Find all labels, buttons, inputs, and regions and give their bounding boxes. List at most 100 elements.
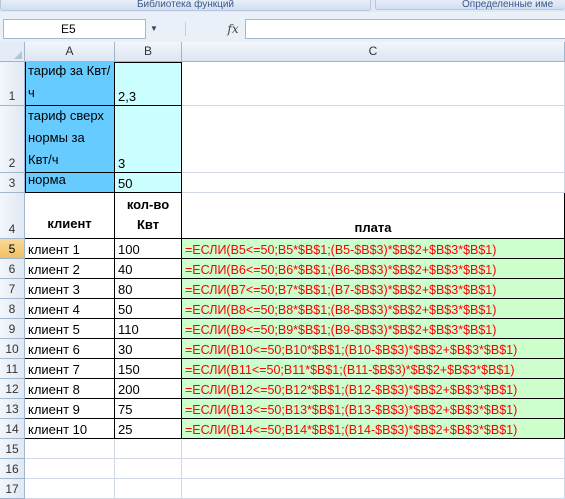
cell-a11[interactable]: клиент 7 bbox=[25, 359, 115, 379]
row-header[interactable]: 11 bbox=[0, 359, 25, 379]
row-header[interactable]: 8 bbox=[0, 299, 25, 319]
cell-c11[interactable]: =ЕСЛИ(B11<=50;B11*$B$1;(B11-$B$3)*$B$2+$… bbox=[182, 359, 565, 379]
cell-c8[interactable]: =ЕСЛИ(B8<=50;B8*$B$1;(B8-$B$3)*$B$2+$B$3… bbox=[182, 299, 565, 319]
table-border bbox=[25, 62, 26, 193]
cell-c3[interactable] bbox=[182, 173, 565, 193]
cell-b5[interactable]: 100 bbox=[115, 239, 182, 259]
row-header[interactable]: 17 bbox=[0, 479, 25, 499]
cell-text: клиент 2 bbox=[28, 262, 80, 277]
cell-text: клиент 6 bbox=[28, 342, 80, 357]
column-header-b[interactable]: B bbox=[115, 42, 182, 62]
cell-a10[interactable]: клиент 6 bbox=[25, 339, 115, 359]
cell-a14[interactable]: клиент 10 bbox=[25, 419, 115, 439]
cell-a1[interactable]: тариф за Квт/ч bbox=[25, 62, 115, 106]
cell-b6[interactable]: 40 bbox=[115, 259, 182, 279]
cell-a3[interactable]: норма bbox=[25, 172, 115, 193]
row-header[interactable]: 3 bbox=[0, 173, 25, 193]
cell-b15[interactable] bbox=[115, 439, 182, 459]
cell-b3[interactable]: 50 bbox=[115, 173, 182, 193]
formula-input[interactable] bbox=[245, 19, 565, 39]
cell-c2[interactable] bbox=[182, 106, 565, 173]
cell-a15[interactable] bbox=[25, 439, 115, 459]
cell-c4[interactable]: плата bbox=[182, 193, 565, 239]
cell-c12[interactable]: =ЕСЛИ(B12<=50;B12*$B$1;(B12-$B$3)*$B$2+$… bbox=[182, 379, 565, 399]
cell-text: =ЕСЛИ(B6<=50;B6*$B$1;(B6-$B$3)*$B$2+$B$3… bbox=[185, 263, 497, 277]
row-header[interactable]: 10 bbox=[0, 339, 25, 359]
cell-text: клиент 1 bbox=[28, 242, 80, 257]
cell-b4[interactable]: кол-во Квт bbox=[115, 193, 182, 239]
cell-c5[interactable]: =ЕСЛИ(B5<=50;B5*$B$1;(B5-$B$3)*$B$2+$B$3… bbox=[182, 239, 565, 259]
cell-text: клиент 3 bbox=[28, 282, 80, 297]
row-header[interactable]: 7 bbox=[0, 279, 25, 299]
row-header[interactable]: 1 bbox=[0, 62, 25, 106]
row-header[interactable]: 6 bbox=[0, 259, 25, 279]
cell-c9[interactable]: =ЕСЛИ(B9<=50;B9*$B$1;(B9-$B$3)*$B$2+$B$3… bbox=[182, 319, 565, 339]
cell-c6[interactable]: =ЕСЛИ(B6<=50;B6*$B$1;(B6-$B$3)*$B$2+$B$3… bbox=[182, 259, 565, 279]
row-header[interactable]: 5 bbox=[0, 239, 25, 259]
select-all-button[interactable] bbox=[0, 42, 25, 62]
cell-b14[interactable]: 25 bbox=[115, 419, 182, 439]
row-header[interactable]: 14 bbox=[0, 419, 25, 439]
cell-text: 110 bbox=[118, 322, 139, 337]
cell-a4[interactable]: клиент bbox=[25, 193, 115, 239]
cell-c13[interactable]: =ЕСЛИ(B13<=50;B13*$B$1;(B13-$B$3)*$B$2+$… bbox=[182, 399, 565, 419]
ribbon-group-defined-names[interactable]: Определенные име bbox=[375, 0, 565, 10]
cell-b12[interactable]: 200 bbox=[115, 379, 182, 399]
cell-a16[interactable] bbox=[25, 459, 115, 479]
cell-c7[interactable]: =ЕСЛИ(B7<=50;B7*$B$1;(B7-$B$3)*$B$2+$B$3… bbox=[182, 279, 565, 299]
cell-b16[interactable] bbox=[115, 459, 182, 479]
cell-a6[interactable]: клиент 2 bbox=[25, 259, 115, 279]
row-header[interactable]: 13 bbox=[0, 399, 25, 419]
cell-a8[interactable]: клиент 4 bbox=[25, 299, 115, 319]
cell-text: =ЕСЛИ(B10<=50;B10*$B$1;(B10-$B$3)*$B$2+$… bbox=[185, 343, 518, 357]
cell-text: =ЕСЛИ(B5<=50;B5*$B$1;(B5-$B$3)*$B$2+$B$3… bbox=[185, 243, 497, 257]
cell-c10[interactable]: =ЕСЛИ(B10<=50;B10*$B$1;(B10-$B$3)*$B$2+$… bbox=[182, 339, 565, 359]
row-header[interactable]: 4 bbox=[0, 193, 25, 239]
cell-c17[interactable] bbox=[182, 479, 565, 499]
cell-text: 25 bbox=[118, 422, 133, 437]
cell-text: 50 bbox=[118, 176, 133, 191]
cell-a13[interactable]: клиент 9 bbox=[25, 399, 115, 419]
cell-text: 3 bbox=[118, 156, 126, 171]
ribbon-group-function-library[interactable]: Библиотека функций bbox=[0, 0, 371, 11]
cell-b8[interactable]: 50 bbox=[115, 299, 182, 319]
cell-text: 40 bbox=[118, 262, 133, 277]
cell-a5[interactable]: клиент 1 bbox=[25, 239, 115, 259]
cell-b13[interactable]: 75 bbox=[115, 399, 182, 419]
cell-c14[interactable]: =ЕСЛИ(B14<=50;B14*$B$1;(B14-$B$3)*$B$2+$… bbox=[182, 419, 565, 439]
cell-b7[interactable]: 80 bbox=[115, 279, 182, 299]
cell-c16[interactable] bbox=[182, 459, 565, 479]
cell-b2[interactable]: 3 bbox=[115, 106, 182, 173]
cell-a17[interactable] bbox=[25, 479, 115, 499]
row-header[interactable]: 12 bbox=[0, 379, 25, 399]
cell-a12[interactable]: клиент 8 bbox=[25, 379, 115, 399]
cell-c1[interactable] bbox=[182, 62, 565, 106]
cell-text: клиент 10 bbox=[28, 422, 88, 437]
column-header-c[interactable]: C bbox=[182, 42, 565, 62]
cell-b17[interactable] bbox=[115, 479, 182, 499]
row-header[interactable]: 16 bbox=[0, 459, 25, 479]
name-box[interactable]: E5 bbox=[3, 19, 146, 39]
cell-b9[interactable]: 110 bbox=[115, 319, 182, 339]
cell-text: 2,3 bbox=[118, 89, 137, 104]
chevron-down-icon[interactable]: ▼ bbox=[147, 20, 161, 38]
cell-text: плата bbox=[354, 220, 392, 235]
cell-text: =ЕСЛИ(B8<=50;B8*$B$1;(B8-$B$3)*$B$2+$B$3… bbox=[185, 303, 497, 317]
row-header[interactable]: 15 bbox=[0, 439, 25, 459]
cell-text: =ЕСЛИ(B13<=50;B13*$B$1;(B13-$B$3)*$B$2+$… bbox=[185, 403, 518, 417]
cell-text: =ЕСЛИ(B12<=50;B12*$B$1;(B12-$B$3)*$B$2+$… bbox=[185, 383, 518, 397]
cell-text: 200 bbox=[118, 382, 140, 397]
row-header[interactable]: 9 bbox=[0, 319, 25, 339]
cell-text: 50 bbox=[118, 302, 133, 317]
cell-b11[interactable]: 150 bbox=[115, 359, 182, 379]
cell-a9[interactable]: клиент 5 bbox=[25, 319, 115, 339]
insert-function-icon[interactable]: fx bbox=[222, 20, 244, 38]
cell-b10[interactable]: 30 bbox=[115, 339, 182, 359]
cell-c15[interactable] bbox=[182, 439, 565, 459]
cell-a2[interactable]: тариф сверх нормы за Квт/ч bbox=[25, 106, 115, 173]
cell-b1[interactable]: 2,3 bbox=[115, 62, 182, 106]
row-header[interactable]: 2 bbox=[0, 106, 25, 173]
cell-a7[interactable]: клиент 3 bbox=[25, 279, 115, 299]
column-header-a[interactable]: A bbox=[25, 42, 115, 62]
cell-text: кол-во Квт bbox=[126, 197, 170, 232]
